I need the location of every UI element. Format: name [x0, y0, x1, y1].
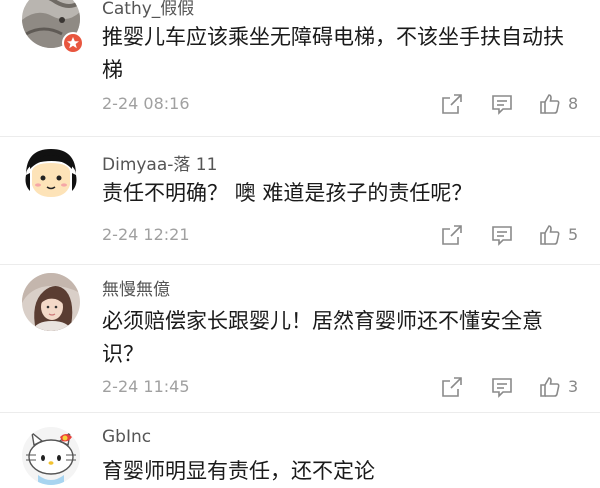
comment-item: 無慢無億 必须赔偿家长跟婴儿！居然育婴师还不懂安全意识？ 2-24 11:45 … — [0, 265, 600, 405]
comment-username[interactable]: Cathy_假假 — [102, 0, 194, 19]
verified-badge-icon — [62, 32, 84, 54]
like-count: 8 — [568, 94, 579, 113]
comment-username[interactable]: GbInc — [102, 427, 151, 447]
like-count: 5 — [568, 225, 579, 244]
comment-username[interactable]: 無慢無億 — [102, 275, 170, 300]
comment-item: Cathy_假假 推婴儿车应该乘坐无障碍电梯，不该坐手扶自动扶梯 2-24 08… — [0, 0, 600, 130]
comment-icon[interactable] — [490, 375, 514, 399]
avatar[interactable] — [22, 273, 80, 331]
thumbs-up-icon[interactable] — [538, 223, 562, 247]
thumbs-up-icon[interactable] — [538, 92, 562, 116]
comment-text: 推婴儿车应该乘坐无障碍电梯，不该坐手扶自动扶梯 — [102, 25, 564, 82]
comment-icon[interactable] — [490, 92, 514, 116]
comment-meta: 2-24 11:45 3 — [102, 375, 582, 401]
comment-icon[interactable] — [490, 223, 514, 247]
comment-time: 2-24 11:45 — [102, 377, 190, 396]
comment-meta: 2-24 12:21 5 — [102, 223, 582, 249]
avatar[interactable] — [22, 145, 80, 203]
comment-item: GbInc 育婴师明显有责任，还不定论 — [0, 413, 600, 488]
avatar[interactable] — [22, 427, 80, 485]
share-icon[interactable] — [440, 375, 464, 399]
comment-item: Dimyaa-落 11 责任不明确？ 噢 难道是孩子的责任呢？ 2-24 12:… — [0, 137, 600, 267]
share-icon[interactable] — [440, 92, 464, 116]
comment-username[interactable]: Dimyaa-落 11 — [102, 150, 217, 175]
comment-text: 必须赔偿家长跟婴儿！居然育婴师还不懂安全意识？ — [102, 309, 543, 366]
comment-time: 2-24 12:21 — [102, 225, 190, 244]
comment-text: 育婴师明显有责任，还不定论 — [102, 459, 375, 483]
comment-meta: 2-24 08:16 8 — [102, 92, 582, 118]
like-count: 3 — [568, 377, 579, 396]
thumbs-up-icon[interactable] — [538, 375, 562, 399]
comment-text: 责任不明确？ 噢 难道是孩子的责任呢？ — [102, 181, 473, 205]
share-icon[interactable] — [440, 223, 464, 247]
comment-time: 2-24 08:16 — [102, 94, 190, 113]
